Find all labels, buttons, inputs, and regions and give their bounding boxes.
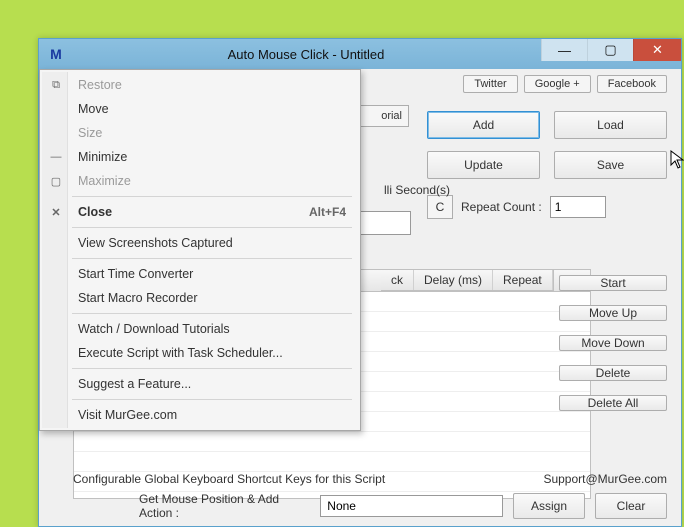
- menu-maximize: ▢ Maximize: [42, 169, 358, 193]
- menu-visit-murgee[interactable]: Visit MurGee.com: [42, 403, 358, 427]
- footer: Configurable Global Keyboard Shortcut Ke…: [73, 472, 667, 520]
- repeat-count-label: Repeat Count :: [461, 200, 542, 214]
- table-row: [74, 452, 590, 472]
- table-row: [74, 432, 590, 452]
- moveup-button[interactable]: Move Up: [559, 305, 667, 321]
- comment-input-fragment[interactable]: [359, 211, 411, 235]
- tutorial-button-fragment[interactable]: orial: [359, 105, 409, 127]
- menu-move[interactable]: Move: [42, 97, 358, 121]
- app-icon[interactable]: M: [47, 45, 65, 63]
- clear-button[interactable]: Clear: [595, 493, 667, 519]
- system-menu: ⧉ Restore Move Size — Minimize ▢ Maximiz…: [39, 69, 361, 431]
- load-button[interactable]: Load: [554, 111, 667, 139]
- menu-restore: ⧉ Restore: [42, 73, 358, 97]
- milliseconds-label-fragment: lli Second(s): [384, 183, 450, 197]
- window-title: Auto Mouse Click - Untitled: [71, 47, 541, 62]
- close-icon: ✕: [48, 206, 64, 219]
- c-button[interactable]: C: [427, 195, 453, 219]
- getpos-label: Get Mouse Position & Add Action :: [139, 492, 310, 520]
- assign-button[interactable]: Assign: [513, 493, 585, 519]
- restore-icon: ⧉: [48, 79, 64, 92]
- save-button[interactable]: Save: [554, 151, 667, 179]
- menu-watch-tutorials[interactable]: Watch / Download Tutorials: [42, 317, 358, 341]
- titlebar[interactable]: M Auto Mouse Click - Untitled — ▢ ✕: [39, 39, 681, 69]
- col-repeat: Repeat: [493, 270, 553, 290]
- menu-view-screenshots[interactable]: View Screenshots Captured: [42, 231, 358, 255]
- maximize-button[interactable]: ▢: [587, 39, 633, 61]
- start-button[interactable]: Start: [559, 275, 667, 291]
- movedown-button[interactable]: Move Down: [559, 335, 667, 351]
- side-buttons: Start Move Up Move Down Delete Delete Al…: [559, 275, 667, 411]
- window-controls: — ▢ ✕: [541, 39, 681, 69]
- facebook-button[interactable]: Facebook: [597, 75, 667, 93]
- menu-size: Size: [42, 121, 358, 145]
- top-links: Twitter Google + Facebook: [463, 75, 667, 93]
- col-delay: Delay (ms): [414, 270, 493, 290]
- app-window: M Auto Mouse Click - Untitled — ▢ ✕ Twit…: [38, 38, 682, 527]
- close-accelerator: Alt+F4: [309, 205, 346, 219]
- repeat-count-input[interactable]: [550, 196, 606, 218]
- col-ck: ck: [381, 270, 414, 290]
- grid-header-fragment: ck Delay (ms) Repeat: [381, 269, 554, 291]
- googleplus-button[interactable]: Google +: [524, 75, 591, 93]
- shortcut-input[interactable]: [320, 495, 503, 517]
- menu-start-time-converter[interactable]: Start Time Converter: [42, 262, 358, 286]
- menu-suggest-feature[interactable]: Suggest a Feature...: [42, 372, 358, 396]
- delete-button[interactable]: Delete: [559, 365, 667, 381]
- right-button-column: Add Load Update Save C Repeat Count :: [427, 111, 667, 219]
- add-button[interactable]: Add: [427, 111, 540, 139]
- repeat-row: C Repeat Count :: [427, 195, 667, 219]
- update-button[interactable]: Update: [427, 151, 540, 179]
- menu-start-macro-recorder[interactable]: Start Macro Recorder: [42, 286, 358, 310]
- menu-close[interactable]: ✕ Close Alt+F4: [42, 200, 358, 224]
- close-button[interactable]: ✕: [633, 39, 681, 61]
- minimize-icon: —: [48, 151, 64, 163]
- menu-minimize[interactable]: — Minimize: [42, 145, 358, 169]
- minimize-button[interactable]: —: [541, 39, 587, 61]
- config-label: Configurable Global Keyboard Shortcut Ke…: [73, 472, 385, 486]
- menu-execute-scheduler[interactable]: Execute Script with Task Scheduler...: [42, 341, 358, 365]
- twitter-button[interactable]: Twitter: [463, 75, 517, 93]
- deleteall-button[interactable]: Delete All: [559, 395, 667, 411]
- maximize-icon: ▢: [48, 175, 64, 188]
- support-link[interactable]: Support@MurGee.com: [543, 472, 667, 486]
